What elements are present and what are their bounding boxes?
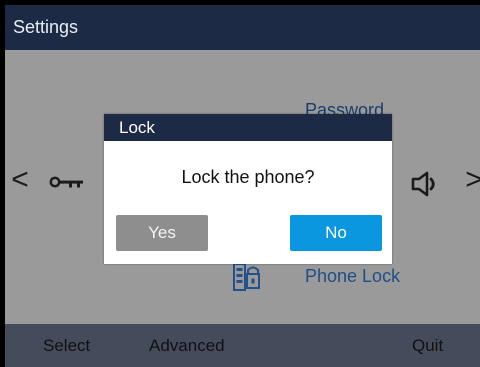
menu-item-phone-lock-label[interactable]: Phone Lock [305,266,435,290]
no-button[interactable]: No [290,215,382,251]
lock-dialog: Lock Lock the phone? Yes No [104,114,392,264]
previous-arrow-icon[interactable]: < [9,165,31,195]
advanced-softkey[interactable]: Advanced [149,324,225,367]
yes-button[interactable]: Yes [116,215,208,251]
dialog-title: Lock [104,114,392,141]
page-title: Settings [13,17,79,37]
dialog-message: Lock the phone? [181,167,315,187]
select-softkey[interactable]: Select [43,324,90,367]
quit-softkey[interactable]: Quit [412,324,443,367]
next-arrow-icon[interactable]: > [463,165,480,195]
phone-screen: Settings < Password > Phone Lock Select … [0,0,480,367]
softkey-bar: Select Advanced Quit [5,324,480,367]
speaker-icon [411,171,435,197]
lock-device-icon [233,263,260,291]
key-icon [49,176,83,188]
title-bar: Settings [5,5,480,50]
